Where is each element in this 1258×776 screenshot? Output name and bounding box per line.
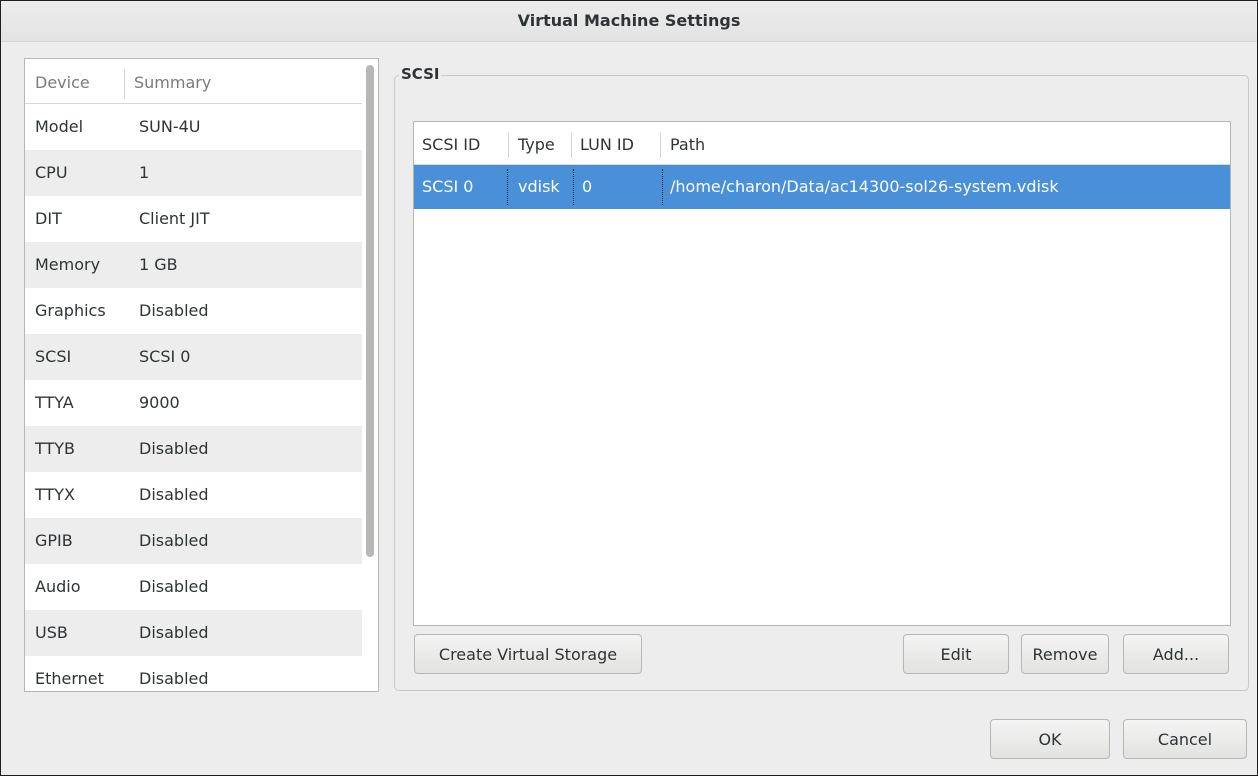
scsi-table[interactable]: SCSI ID Type LUN ID Path SCSI 0 vdisk 0 … — [413, 121, 1231, 626]
cell-divider — [507, 169, 508, 205]
device-name: TTYX — [35, 485, 75, 504]
add-button[interactable]: Add... — [1123, 634, 1229, 674]
type-column-header[interactable]: Type — [518, 122, 555, 164]
device-row-model[interactable]: Model SUN-4U — [25, 104, 362, 150]
device-name: Graphics — [35, 301, 106, 320]
device-row-memory[interactable]: Memory 1 GB — [25, 242, 362, 288]
table-row[interactable]: SCSI 0 vdisk 0 /home/charon/Data/ac14300… — [414, 165, 1230, 209]
device-name: Model — [35, 117, 84, 136]
device-name: SCSI — [35, 347, 72, 366]
device-row-gpib[interactable]: GPIB Disabled — [25, 518, 362, 564]
device-row-usb[interactable]: USB Disabled — [25, 610, 362, 656]
device-summary: Disabled — [139, 577, 209, 596]
device-name: CPU — [35, 163, 68, 182]
path-column-header[interactable]: Path — [670, 122, 705, 164]
device-list[interactable]: Device Summary Model SUN-4U CPU 1 DIT Cl… — [24, 58, 379, 692]
scsi-id-cell: SCSI 0 — [422, 177, 474, 196]
device-name: TTYB — [35, 439, 76, 458]
device-row-ttyx[interactable]: TTYX Disabled — [25, 472, 362, 518]
lun-id-cell: 0 — [582, 177, 593, 196]
cell-divider — [573, 169, 574, 205]
device-summary: SUN-4U — [139, 117, 201, 136]
settings-window: Virtual Machine Settings Device Summary … — [0, 0, 1258, 776]
device-row-cpu[interactable]: CPU 1 — [25, 150, 362, 196]
device-summary: Disabled — [139, 623, 209, 642]
device-summary: 1 GB — [139, 255, 178, 274]
device-row-graphics[interactable]: Graphics Disabled — [25, 288, 362, 334]
ok-button[interactable]: OK — [990, 719, 1110, 759]
device-summary: SCSI 0 — [139, 347, 191, 366]
scsi-id-column-header[interactable]: SCSI ID — [422, 122, 480, 164]
scrollbar-thumb[interactable] — [366, 65, 374, 557]
device-row-ttyb[interactable]: TTYB Disabled — [25, 426, 362, 472]
edit-button[interactable]: Edit — [903, 634, 1009, 674]
device-summary: 1 — [139, 163, 150, 182]
device-rows: Model SUN-4U CPU 1 DIT Client JIT Memory… — [25, 104, 362, 691]
device-name: DIT — [35, 209, 62, 228]
column-divider — [571, 132, 572, 158]
column-divider — [508, 132, 509, 158]
device-summary: Disabled — [139, 485, 209, 504]
scsi-table-header: SCSI ID Type LUN ID Path — [414, 122, 1230, 165]
cell-divider — [662, 169, 663, 205]
lun-id-column-header[interactable]: LUN ID — [580, 122, 634, 164]
device-name: TTYA — [35, 393, 74, 412]
device-row-scsi[interactable]: SCSI SCSI 0 — [25, 334, 362, 380]
device-list-header: Device Summary — [25, 59, 362, 104]
device-column-header[interactable]: Device — [35, 59, 90, 103]
device-summary: Client JIT — [139, 209, 210, 228]
create-virtual-storage-button[interactable]: Create Virtual Storage — [414, 634, 642, 674]
device-summary: 9000 — [139, 393, 180, 412]
device-row-ttya[interactable]: TTYA 9000 — [25, 380, 362, 426]
device-row-dit[interactable]: DIT Client JIT — [25, 196, 362, 242]
summary-column-header[interactable]: Summary — [134, 59, 211, 103]
device-summary: Disabled — [139, 669, 209, 688]
device-name: GPIB — [35, 531, 73, 550]
device-summary: Disabled — [139, 439, 209, 458]
remove-button[interactable]: Remove — [1021, 634, 1109, 674]
device-list-scrollbar[interactable] — [363, 59, 377, 691]
device-row-ethernet[interactable]: Ethernet Disabled — [25, 656, 362, 691]
column-divider — [124, 69, 125, 99]
cancel-button[interactable]: Cancel — [1123, 719, 1247, 759]
device-name: USB — [35, 623, 68, 642]
device-name: Ethernet — [35, 669, 104, 688]
device-name: Memory — [35, 255, 101, 274]
device-summary: Disabled — [139, 531, 209, 550]
scsi-group-label: SCSI — [399, 63, 442, 85]
device-summary: Disabled — [139, 301, 209, 320]
window-title: Virtual Machine Settings — [1, 1, 1257, 42]
type-cell: vdisk — [518, 177, 560, 196]
path-cell: /home/charon/Data/ac14300-sol26-system.v… — [670, 177, 1059, 196]
device-row-audio[interactable]: Audio Disabled — [25, 564, 362, 610]
column-divider — [660, 132, 661, 158]
device-name: Audio — [35, 577, 81, 596]
